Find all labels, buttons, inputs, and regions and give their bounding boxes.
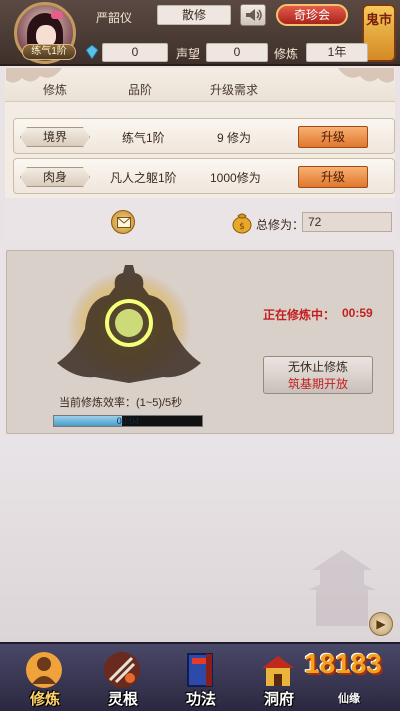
- upgrade-body-button[interactable]: 升级: [298, 166, 368, 188]
- cave-dwelling-icon: [262, 656, 294, 686]
- identity-label: 散修: [157, 5, 231, 25]
- spirit-root-icon: [104, 652, 140, 688]
- svg-text:$: $: [239, 222, 245, 232]
- spirit-stone-icon: [86, 45, 98, 59]
- mail-button[interactable]: [111, 210, 135, 234]
- row-requirement-body: 1000修为: [210, 171, 261, 185]
- player-name: 严韶仪: [96, 11, 133, 25]
- envelope-icon: [117, 217, 131, 228]
- upgrade-row-body: 肉身 凡人之躯1阶 1000修为 升级: [13, 158, 395, 194]
- cultivating-status-label: 正在修炼中：: [263, 308, 336, 322]
- money-bag-icon: $: [232, 213, 252, 234]
- total-cultivation-label: 总修为：: [256, 218, 305, 232]
- nav-tab-spirit-root[interactable]: 灵根: [88, 648, 158, 711]
- upgrade-realm-button[interactable]: 升级: [298, 126, 368, 148]
- nav-label-spirit-root: 灵根: [107, 691, 138, 708]
- meditating-figure-icon: [57, 265, 201, 383]
- cultivation-rate: 当前修炼效率：(1~5)/5秒: [59, 397, 183, 409]
- realm-badge: 练气1阶: [22, 44, 76, 60]
- nav-label-cultivate: 修炼: [29, 691, 60, 708]
- cultivation-panel: 正在修炼中： 00:59 无休止修炼 筑基期开放 当前修炼效率：(1~5)/5秒…: [6, 250, 394, 434]
- cloud-ornament-left-icon: [6, 68, 62, 83]
- nonstop-unlock-hint: 筑基期开放: [287, 377, 348, 391]
- technique-book-icon: [187, 653, 213, 687]
- treasure-shop-button[interactable]: 奇珍会: [276, 4, 348, 26]
- progress-text: 00:04: [116, 416, 140, 426]
- spirit-stones-value: 0: [102, 43, 168, 62]
- row-grade-realm: 练气1阶: [122, 131, 165, 145]
- top-status-bar: 练气1阶 严韶仪 散修 奇珍会 鬼市 0 声望 0 修炼 1年: [0, 0, 400, 66]
- cultivation-years-value: 1年: [306, 43, 368, 62]
- sound-toggle-button[interactable]: [240, 4, 266, 26]
- nav-tab-technique[interactable]: 功法: [166, 648, 236, 711]
- header-requirement: 升级需求: [210, 83, 259, 97]
- reputation-label: 声望: [176, 47, 201, 61]
- reputation-value: 0: [206, 43, 268, 62]
- total-cultivation-value: 72: [302, 212, 392, 232]
- nav-label-technique: 功法: [185, 691, 216, 708]
- header-grade: 品阶: [128, 83, 153, 97]
- avatar-hairpin: [51, 11, 63, 19]
- row-tag-realm: 境界: [20, 127, 90, 147]
- nonstop-label: 无休止修炼: [287, 360, 348, 374]
- row-grade-body: 凡人之躯1阶: [110, 171, 177, 185]
- cultivating-timer: 00:59: [342, 306, 373, 320]
- row-tag-body: 肉身: [20, 167, 90, 187]
- upgrade-list: 境界 练气1阶 9 修为 升级 肉身 凡人之躯1阶 1000修为 升级: [5, 102, 395, 198]
- speaker-icon: [246, 9, 262, 21]
- cloud-ornament-right-icon: [338, 68, 394, 83]
- nonstop-cultivation-button[interactable]: 无休止修炼 筑基期开放: [263, 356, 373, 394]
- next-page-arrow-icon[interactable]: ▶: [369, 612, 393, 636]
- cultivate-icon: [26, 652, 62, 688]
- brand-watermark-sub: 仙缘: [338, 693, 360, 705]
- upgrade-row-realm: 境界 练气1阶 9 修为 升级: [13, 118, 395, 154]
- upgrade-table-header: 修炼 品阶 升级需求: [5, 68, 395, 102]
- cultivation-progress-bar: 00:04: [53, 415, 203, 427]
- row-requirement-realm: 9 修为: [217, 131, 252, 145]
- cultivation-label: 修炼: [274, 47, 299, 61]
- nav-tab-cultivate[interactable]: 修炼: [10, 648, 80, 711]
